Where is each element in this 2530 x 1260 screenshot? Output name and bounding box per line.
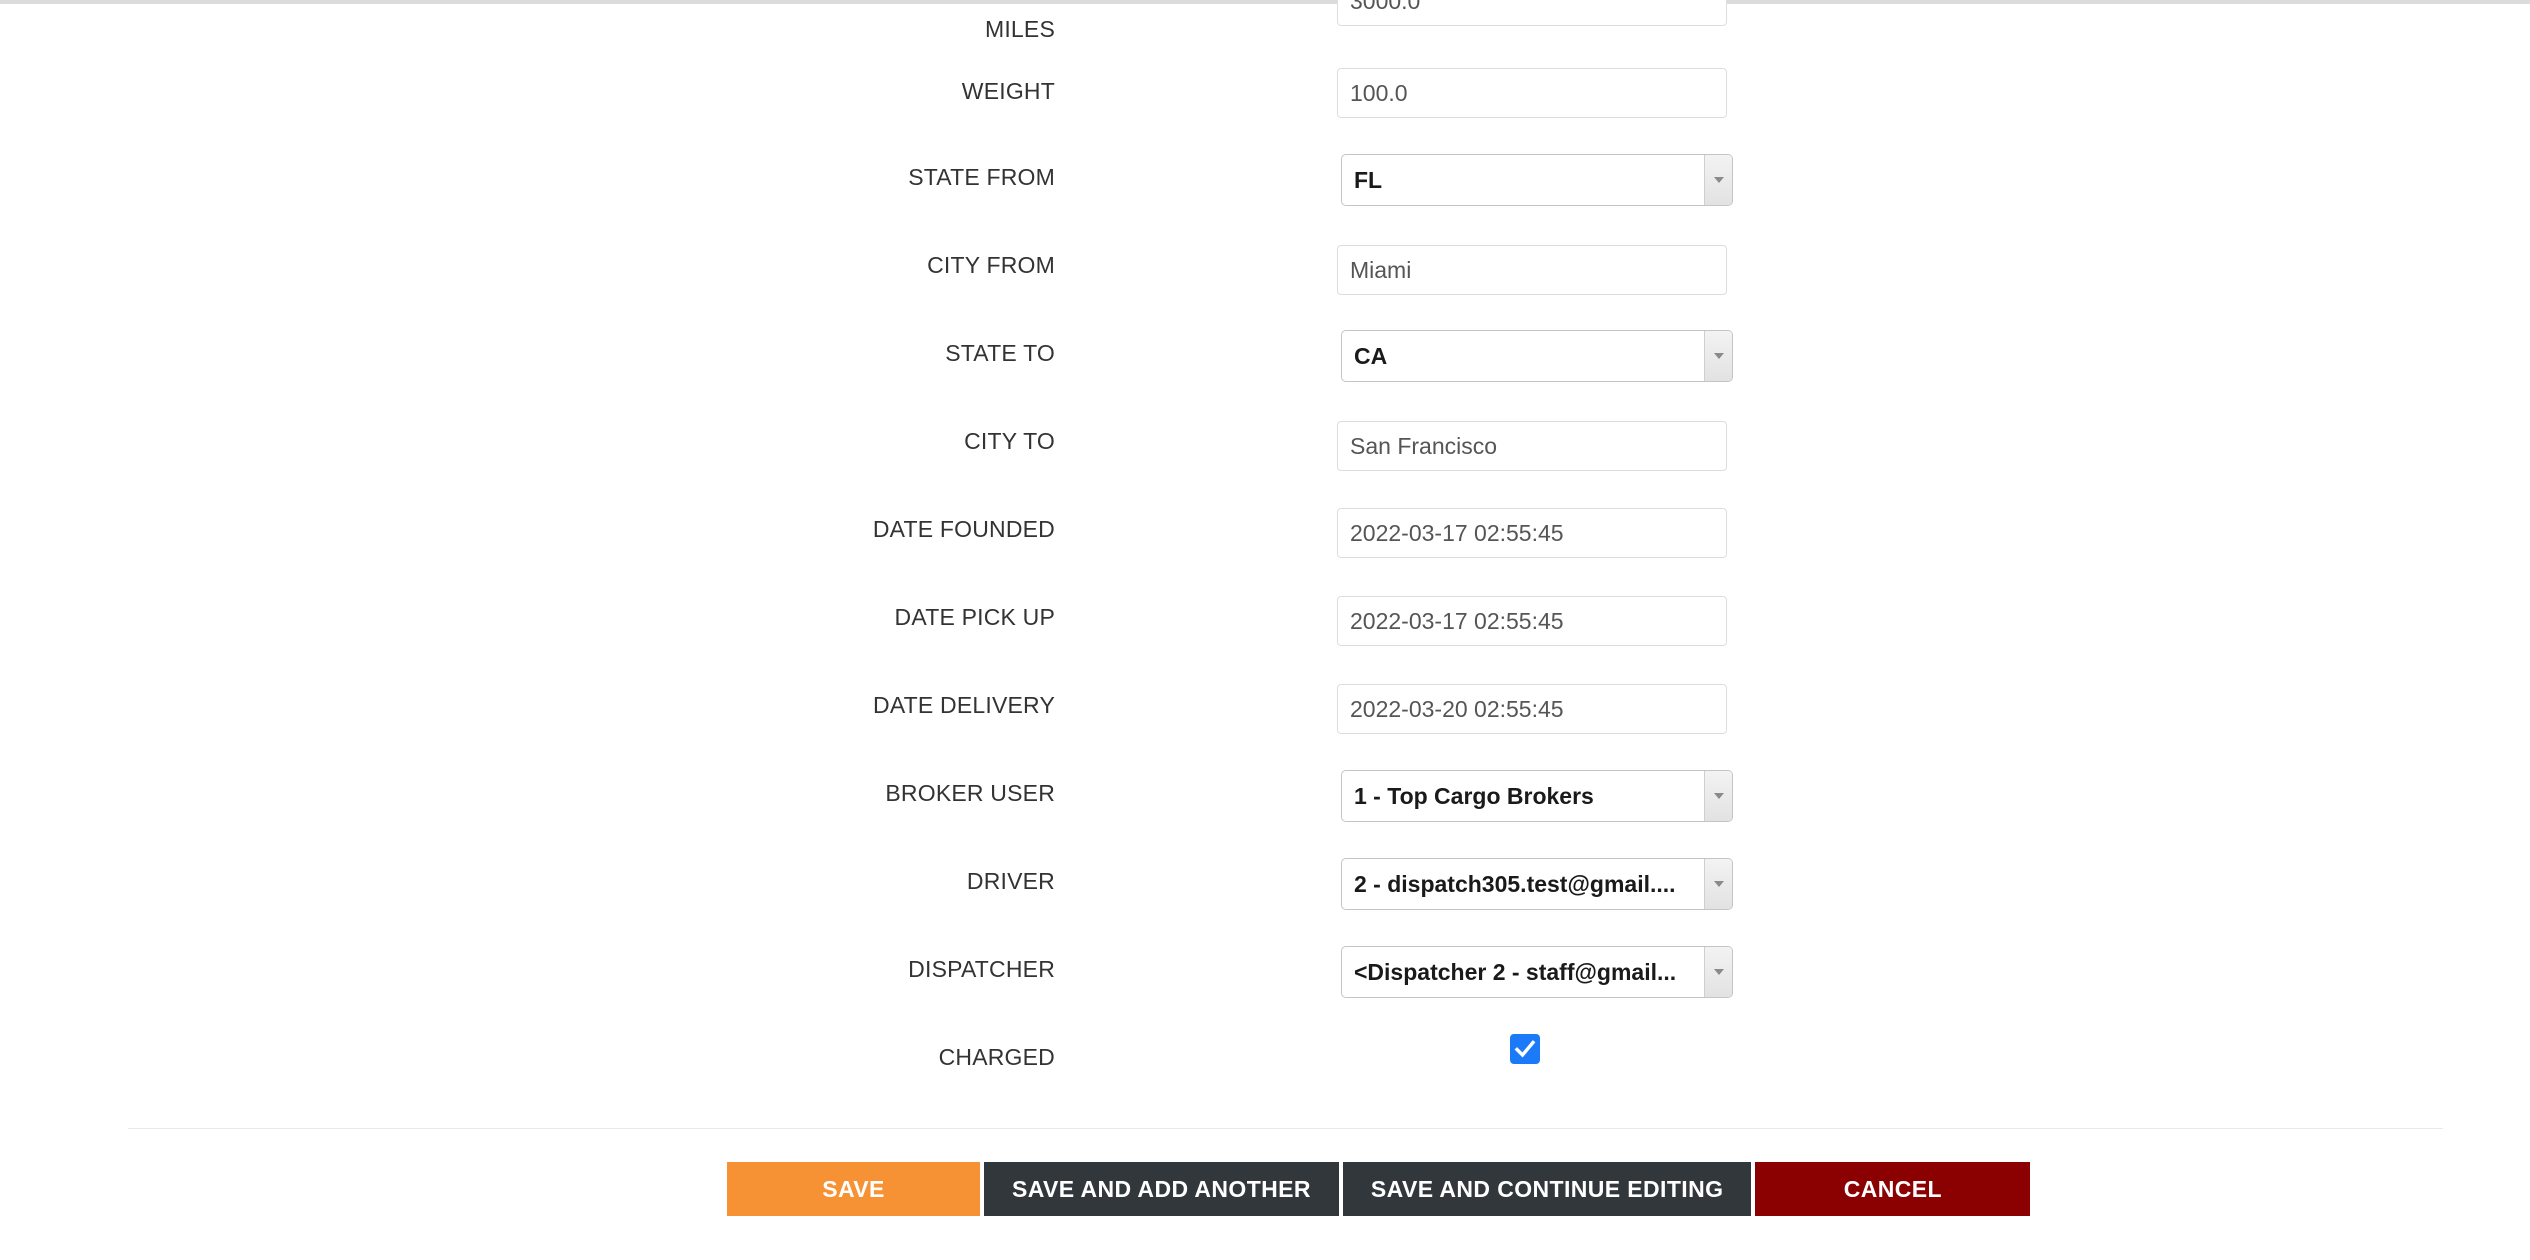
form-row-date-pick-up: DATE PICK UP — [0, 594, 2530, 682]
field-label-city-from: CITY FROM — [927, 252, 1055, 278]
field-charged — [1510, 1034, 1540, 1064]
field-date-founded — [1337, 508, 1727, 558]
chevron-down-icon[interactable] — [1704, 771, 1732, 821]
date-pick-up-input[interactable] — [1337, 596, 1727, 646]
field-state-to: CA — [1341, 330, 1733, 382]
city-from-input[interactable] — [1337, 245, 1727, 295]
charged-checkbox[interactable] — [1510, 1034, 1540, 1064]
cargo-order-form: MILES WEIGHT STATE FROM FL — [0, 0, 2530, 1122]
form-row-driver: DRIVER 2 - dispatch305.test@gmail.... — [0, 858, 2530, 946]
state-to-select[interactable]: CA — [1341, 330, 1733, 382]
state-from-select[interactable]: FL — [1341, 154, 1733, 206]
field-label-driver: DRIVER — [966, 868, 1055, 894]
driver-select[interactable]: 2 - dispatch305.test@gmail.... — [1341, 858, 1733, 910]
field-label-city-to: CITY TO — [964, 428, 1055, 454]
field-label-miles: MILES — [984, 16, 1055, 42]
dispatcher-select[interactable]: <Dispatcher 2 - staff@gmail... — [1341, 946, 1733, 998]
dispatcher-value: <Dispatcher 2 - staff@gmail... — [1354, 958, 1677, 985]
miles-input[interactable] — [1337, 0, 1727, 26]
field-label-date-delivery: DATE DELIVERY — [873, 692, 1055, 718]
field-driver: 2 - dispatch305.test@gmail.... — [1341, 858, 1733, 910]
field-label-date-founded: DATE FOUNDED — [872, 516, 1055, 542]
state-from-value: FL — [1354, 166, 1383, 193]
save-and-add-another-button[interactable]: SAVE AND ADD ANOTHER — [984, 1162, 1339, 1216]
field-label-date-pick-up: DATE PICK UP — [894, 604, 1055, 630]
field-label-state-to: STATE TO — [945, 340, 1055, 366]
cancel-button[interactable]: CANCEL — [1755, 1162, 2031, 1216]
field-label-state-from: STATE FROM — [908, 164, 1055, 190]
field-broker-user: 1 - Top Cargo Brokers — [1341, 770, 1733, 822]
field-date-delivery — [1337, 684, 1727, 734]
city-to-input[interactable] — [1337, 421, 1727, 471]
field-weight — [1337, 68, 1727, 118]
form-row-state-to: STATE TO CA — [0, 330, 2530, 418]
broker-user-value: 1 - Top Cargo Brokers — [1354, 782, 1594, 809]
form-row-dispatcher: DISPATCHER <Dispatcher 2 - staff@gmail..… — [0, 946, 2530, 1034]
form-row-weight: WEIGHT — [0, 66, 2530, 154]
field-label-broker-user: BROKER USER — [885, 780, 1055, 806]
chevron-down-icon[interactable] — [1704, 947, 1732, 997]
field-state-from: FL — [1341, 154, 1733, 206]
date-founded-input[interactable] — [1337, 508, 1727, 558]
field-miles — [1337, 0, 1727, 26]
form-row-state-from: STATE FROM FL — [0, 154, 2530, 242]
form-row-broker-user: BROKER USER 1 - Top Cargo Brokers — [0, 770, 2530, 858]
form-row-date-founded: DATE FOUNDED — [0, 506, 2530, 594]
form-row-charged: CHARGED — [0, 1034, 2530, 1122]
form-row-miles: MILES — [0, 0, 2530, 66]
chevron-down-icon[interactable] — [1704, 155, 1732, 205]
field-city-to — [1337, 421, 1727, 471]
form-footer-divider — [128, 1128, 2443, 1129]
driver-value: 2 - dispatch305.test@gmail.... — [1354, 870, 1676, 897]
chevron-down-icon[interactable] — [1704, 331, 1732, 381]
submit-row: SAVE SAVE AND ADD ANOTHER SAVE AND CONTI… — [727, 1162, 2031, 1216]
save-button[interactable]: SAVE — [727, 1162, 980, 1216]
admin-change-form-page: MILES WEIGHT STATE FROM FL — [0, 0, 2530, 1260]
field-dispatcher: <Dispatcher 2 - staff@gmail... — [1341, 946, 1733, 998]
state-to-value: CA — [1354, 342, 1388, 369]
form-row-city-from: CITY FROM — [0, 242, 2530, 330]
chevron-down-icon[interactable] — [1704, 859, 1732, 909]
form-row-city-to: CITY TO — [0, 418, 2530, 506]
field-label-dispatcher: DISPATCHER — [908, 956, 1055, 982]
field-label-charged: CHARGED — [938, 1044, 1055, 1070]
broker-user-select[interactable]: 1 - Top Cargo Brokers — [1341, 770, 1733, 822]
field-label-weight: WEIGHT — [961, 78, 1055, 104]
field-date-pick-up — [1337, 596, 1727, 646]
field-city-from — [1337, 245, 1727, 295]
weight-input[interactable] — [1337, 68, 1727, 118]
save-and-continue-editing-button[interactable]: SAVE AND CONTINUE EDITING — [1342, 1162, 1752, 1216]
date-delivery-input[interactable] — [1337, 684, 1727, 734]
form-row-date-delivery: DATE DELIVERY — [0, 682, 2530, 770]
